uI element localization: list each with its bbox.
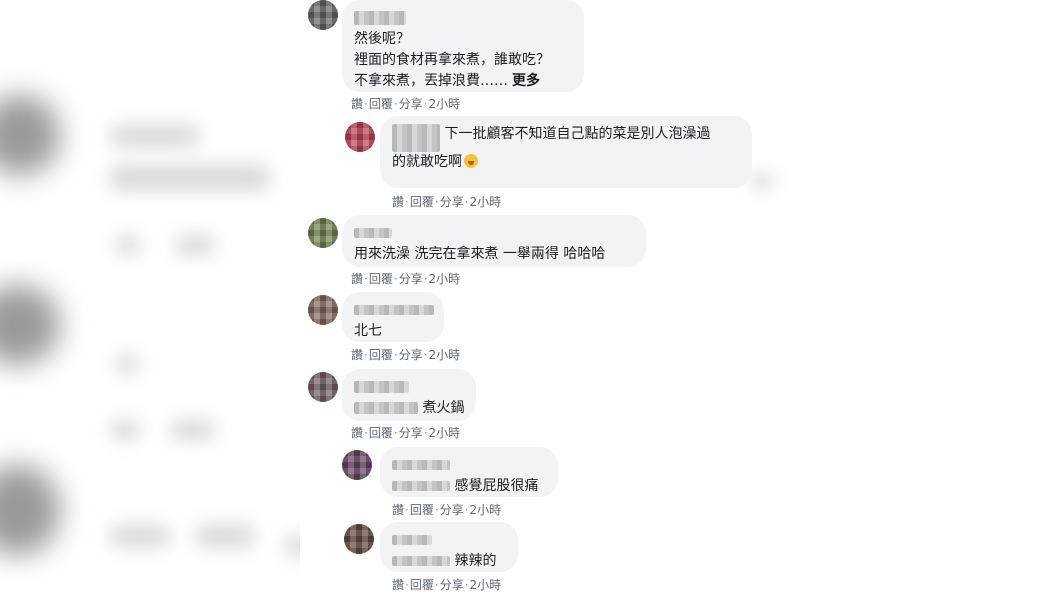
reply-link[interactable]: 回覆 xyxy=(410,195,434,209)
like-link[interactable]: 讚 xyxy=(392,503,404,517)
timestamp-link[interactable]: 2小時 xyxy=(429,97,461,111)
comment-bubble: 煮火鍋 xyxy=(342,369,476,421)
comment-text: 下一批顧客不知道自己點的菜是別人泡澡過 xyxy=(444,126,711,142)
share-link[interactable]: 分享 xyxy=(399,426,423,440)
comment-text: 不拿來煮，丟掉浪費…… xyxy=(354,73,508,89)
user-avatar-icon[interactable] xyxy=(308,372,338,402)
share-link[interactable]: 分享 xyxy=(440,195,464,209)
timestamp-link[interactable]: 2小時 xyxy=(429,348,461,362)
comment-actions: 讚·回覆·分享·2小時 xyxy=(351,272,461,286)
comment-bubble: 感覺屁股很痛 xyxy=(380,447,558,497)
share-link[interactable]: 分享 xyxy=(440,578,464,592)
commenter-name[interactable] xyxy=(392,460,450,470)
comment-text: 感覺屁股很痛 xyxy=(454,478,539,494)
comment-bubble: 辣辣的 xyxy=(380,522,518,572)
comment-actions: 讚·回覆·分享·2小時 xyxy=(392,578,502,592)
user-avatar-icon[interactable] xyxy=(344,524,374,554)
comment-text: 用來洗澡 洗完在拿來煮 一舉兩得 哈哈哈 xyxy=(354,246,606,262)
user-avatar-icon[interactable] xyxy=(308,218,338,248)
commenter-name-extra xyxy=(392,481,450,491)
timestamp-link[interactable]: 2小時 xyxy=(429,272,461,286)
user-avatar-icon[interactable] xyxy=(308,0,338,30)
commenter-name[interactable] xyxy=(392,124,440,152)
comment-actions: 讚·回覆·分享·2小時 xyxy=(351,348,461,362)
comment-actions: 讚·回覆·分享·2小時 xyxy=(392,503,502,517)
user-avatar-icon[interactable] xyxy=(345,122,375,152)
comment-feed: 然後呢？ 裡面的食材再拿來煮，誰敢吃？ 不拿來煮，丟掉浪費…… 更多 讚·回覆·分… xyxy=(300,0,780,596)
comment-bubble: 下一批顧客不知道自己點的菜是別人泡澡過 的就敢吃啊 xyxy=(380,116,752,188)
like-link[interactable]: 讚 xyxy=(351,272,363,286)
reply-link[interactable]: 回覆 xyxy=(369,426,393,440)
comment-actions: 讚·回覆·分享·2小時 xyxy=(351,426,461,440)
reply-link[interactable]: 回覆 xyxy=(410,578,434,592)
commenter-name-extra xyxy=(392,556,450,566)
like-link[interactable]: 讚 xyxy=(351,348,363,362)
timestamp-link[interactable]: 2小時 xyxy=(470,503,502,517)
commenter-name[interactable] xyxy=(354,11,406,25)
comment-actions: 讚·回覆·分享·2小時 xyxy=(392,195,502,209)
see-more-link[interactable]: 更多 xyxy=(512,73,540,89)
reply-link[interactable]: 回覆 xyxy=(369,272,393,286)
commenter-name[interactable] xyxy=(354,228,392,238)
like-link[interactable]: 讚 xyxy=(392,578,404,592)
comment-bubble: 北七 xyxy=(342,292,444,342)
commenter-name[interactable] xyxy=(354,381,409,393)
reply-link[interactable]: 回覆 xyxy=(369,348,393,362)
smiling-face-emoji-icon xyxy=(464,154,478,168)
share-link[interactable]: 分享 xyxy=(399,97,423,111)
comment-text: 然後呢？ xyxy=(354,31,410,47)
share-link[interactable]: 分享 xyxy=(440,503,464,517)
like-link[interactable]: 讚 xyxy=(392,195,404,209)
like-link[interactable]: 讚 xyxy=(351,97,363,111)
comment-text: 煮火鍋 xyxy=(422,400,465,416)
comment-text: 裡面的食材再拿來煮，誰敢吃？ xyxy=(354,52,550,68)
user-avatar-icon[interactable] xyxy=(308,295,338,325)
commenter-name[interactable] xyxy=(392,535,432,545)
comment-text: 北七 xyxy=(354,323,382,339)
commenter-name[interactable] xyxy=(354,305,434,315)
share-link[interactable]: 分享 xyxy=(399,272,423,286)
timestamp-link[interactable]: 2小時 xyxy=(470,195,502,209)
commenter-name-extra xyxy=(354,402,418,414)
comment-text: 辣辣的 xyxy=(454,553,497,569)
like-link[interactable]: 讚 xyxy=(351,426,363,440)
user-avatar-icon[interactable] xyxy=(342,450,372,480)
blurred-background xyxy=(0,0,300,596)
share-link[interactable]: 分享 xyxy=(399,348,423,362)
reply-link[interactable]: 回覆 xyxy=(369,97,393,111)
comment-text: 的就敢吃啊 xyxy=(392,154,462,170)
comment-actions: 讚·回覆·分享·2小時 xyxy=(351,97,461,111)
timestamp-link[interactable]: 2小時 xyxy=(470,578,502,592)
reply-link[interactable]: 回覆 xyxy=(410,503,434,517)
comment-bubble: 然後呢？ 裡面的食材再拿來煮，誰敢吃？ 不拿來煮，丟掉浪費…… 更多 xyxy=(342,0,584,92)
comment-bubble: 用來洗澡 洗完在拿來煮 一舉兩得 哈哈哈 xyxy=(342,215,646,267)
timestamp-link[interactable]: 2小時 xyxy=(429,426,461,440)
